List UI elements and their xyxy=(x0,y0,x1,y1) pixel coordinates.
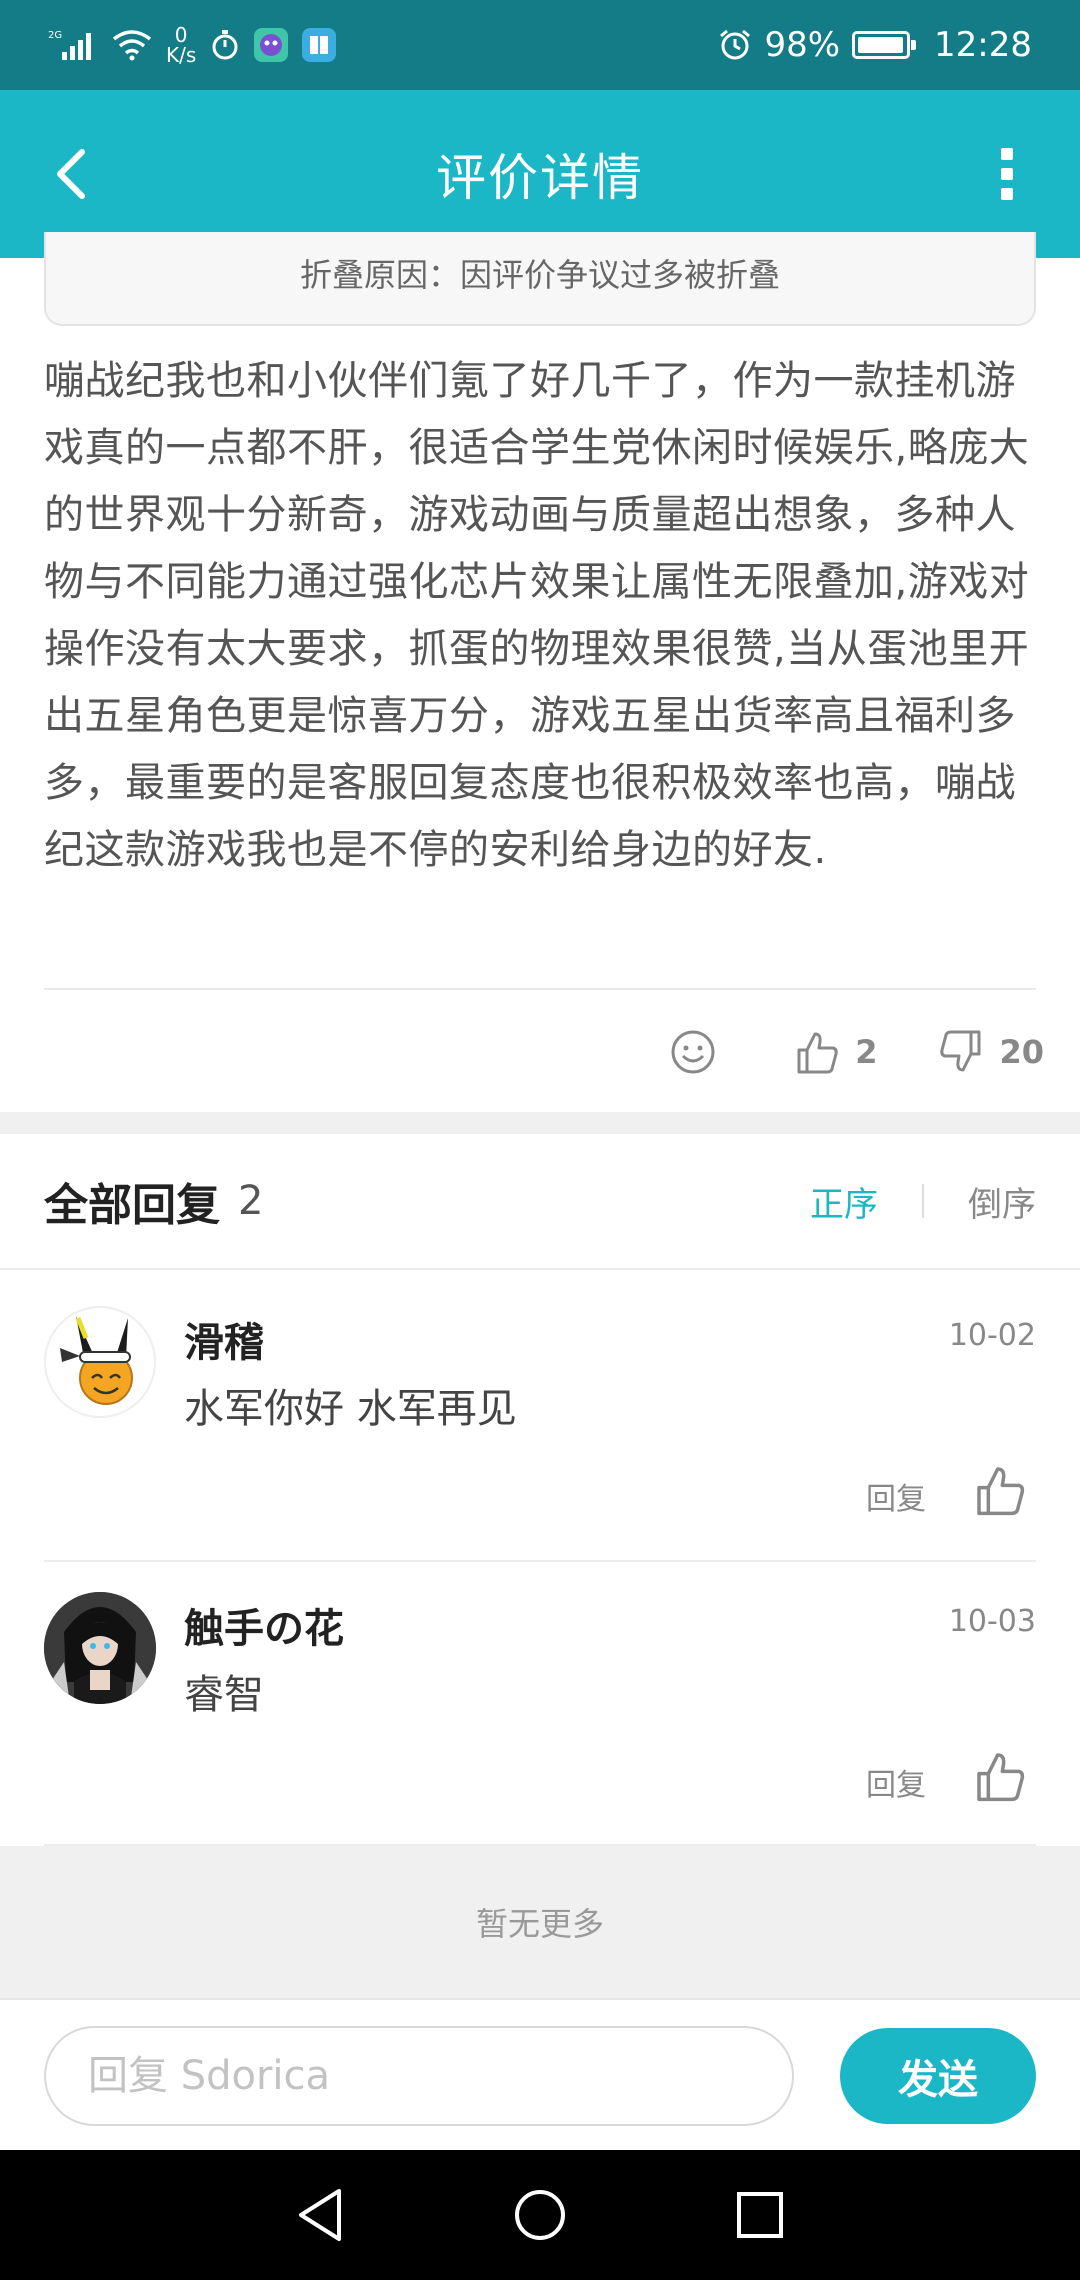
dislike-count: 20 xyxy=(999,1033,1044,1071)
reply-input[interactable] xyxy=(44,2026,794,2126)
nav-back-button[interactable] xyxy=(285,2180,355,2250)
sort-divider xyxy=(922,1184,924,1218)
no-more-indicator: 暂无更多 xyxy=(0,1846,1080,1998)
send-button[interactable]: 发送 xyxy=(840,2028,1036,2124)
smiley-icon xyxy=(671,1030,715,1074)
replies-header: 全部回复 2 正序 倒序 xyxy=(0,1134,1080,1270)
sort-toggle: 正序 倒序 xyxy=(810,1177,1036,1226)
more-vertical-icon xyxy=(1001,148,1013,200)
svg-text:2G: 2G xyxy=(48,30,62,41)
thumbs-up-icon xyxy=(977,1753,1025,1802)
reply-date: 10-02 xyxy=(948,1318,1036,1353)
signal-icon: 2G xyxy=(48,28,98,62)
battery-percent: 98% xyxy=(764,25,841,65)
reply-button[interactable]: 回复 xyxy=(866,1474,926,1518)
app-notification-icon xyxy=(254,28,289,62)
review-actions: 2 20 xyxy=(669,1012,1044,1092)
review-text: 嘣战纪我也和小伙伴们氪了好几千了，作为一款挂机游戏真的一点都不肝，很适合学生党休… xyxy=(44,358,1030,873)
back-button[interactable] xyxy=(40,142,104,206)
book-app-icon xyxy=(302,28,337,62)
stopwatch-icon xyxy=(210,29,240,61)
replies-count: 2 xyxy=(238,1178,264,1224)
status-bar: 2G 0 K/s 98% 12:28 xyxy=(0,0,1080,90)
reply-username[interactable]: 触手の花 xyxy=(184,1596,344,1654)
avatar[interactable] xyxy=(44,1592,156,1704)
nav-recents-button[interactable] xyxy=(725,2180,795,2250)
triangle-back-icon xyxy=(299,2189,341,2241)
sort-descending-button[interactable]: 倒序 xyxy=(968,1177,1036,1226)
square-recents-icon xyxy=(737,2192,783,2238)
divider xyxy=(44,988,1036,990)
reply-username[interactable]: 滑稽 xyxy=(184,1310,264,1368)
thumbs-up-icon xyxy=(977,1467,1025,1516)
replies-title: 全部回复 xyxy=(44,1180,220,1231)
net-speed: 0 K/s xyxy=(166,23,197,67)
avatar[interactable] xyxy=(44,1306,156,1418)
section-separator xyxy=(0,1112,1080,1134)
nav-home-button[interactable] xyxy=(505,2180,575,2250)
page-title: 评价详情 xyxy=(436,149,644,207)
reply-date: 10-03 xyxy=(948,1604,1036,1639)
reply-item: 触手の花 10-03 睿智 回复 xyxy=(44,1558,1036,1844)
like-button[interactable]: 2 xyxy=(793,1028,877,1076)
chevron-left-icon xyxy=(57,149,85,199)
sort-ascending-button[interactable]: 正序 xyxy=(810,1177,878,1226)
system-nav-bar xyxy=(0,2150,1080,2280)
battery-icon xyxy=(852,31,917,59)
wifi-icon xyxy=(112,29,152,61)
clock-time: 12:28 xyxy=(934,25,1032,65)
thumbs-up-icon xyxy=(797,1032,838,1074)
reply-content: 水军你好 水军再见 xyxy=(184,1386,517,1432)
alarm-icon xyxy=(718,28,752,62)
emoji-react-button[interactable] xyxy=(669,1028,717,1076)
reply-like-button[interactable] xyxy=(972,1462,1028,1518)
like-count: 2 xyxy=(855,1033,878,1071)
reply-item: 滑稽 10-02 水军你好 水军再见 回复 xyxy=(44,1272,1036,1558)
thumbs-down-icon xyxy=(940,1030,981,1072)
reply-like-button[interactable] xyxy=(972,1748,1028,1804)
reply-button[interactable]: 回复 xyxy=(866,1760,926,1804)
fold-notice: 折叠原因：因评价争议过多被折叠 xyxy=(44,232,1036,326)
circle-home-icon xyxy=(515,2190,565,2240)
more-options-button[interactable] xyxy=(976,134,1040,214)
fold-reason-text: 折叠原因：因评价争议过多被折叠 xyxy=(299,256,780,294)
reply-content: 睿智 xyxy=(184,1672,264,1718)
dislike-button[interactable]: 20 xyxy=(937,1028,1044,1076)
reply-input-bar: 发送 xyxy=(0,1998,1080,2150)
